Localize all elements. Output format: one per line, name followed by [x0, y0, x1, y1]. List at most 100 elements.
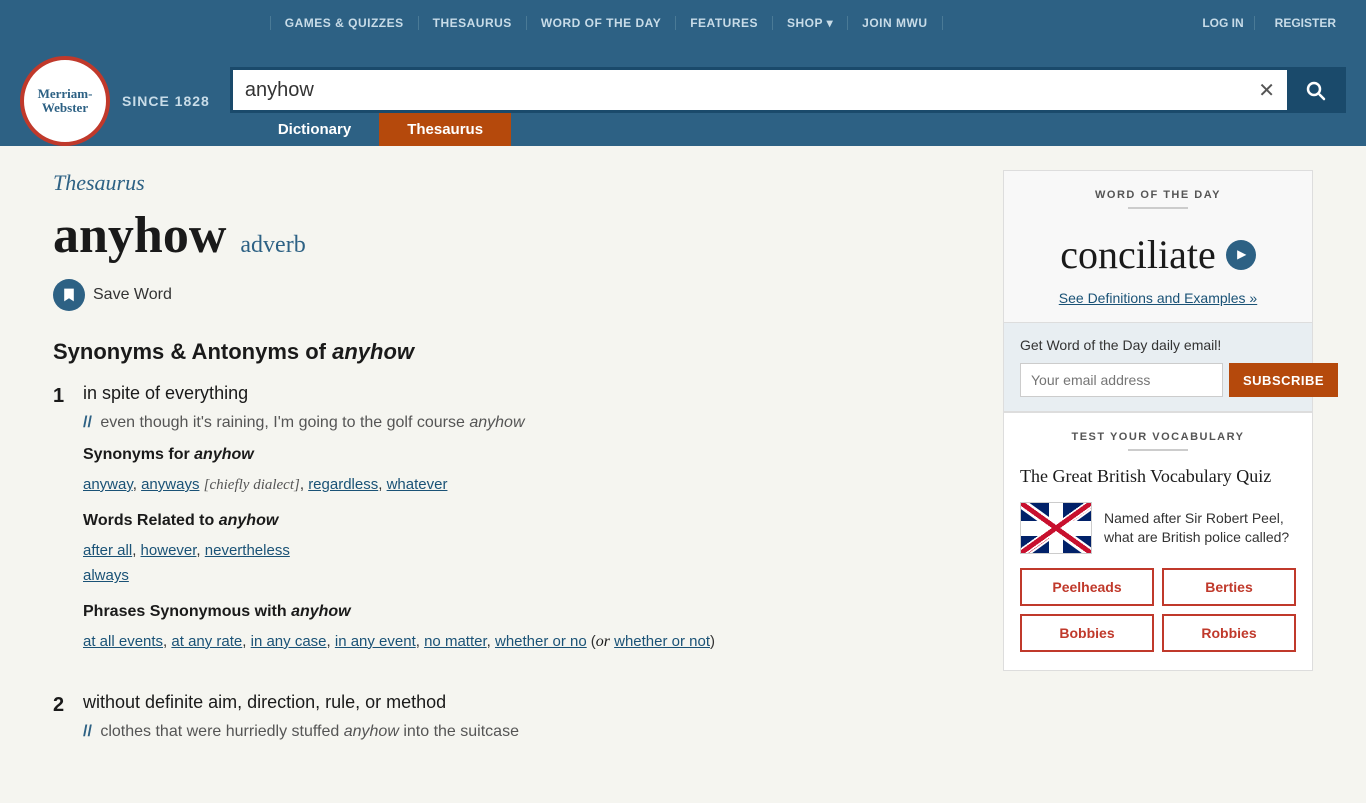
nav-links: GAMES & QUIZZES THESAURUS WORD OF THE DA… [20, 16, 1192, 30]
example-text-1: even though it's raining, I'm going to t… [100, 414, 524, 431]
logo-area: Merriam- Webster SINCE 1828 [20, 56, 210, 146]
right-sidebar: WORD OF THE DAY conciliate See Definitio… [1003, 170, 1313, 779]
phrase-no-matter[interactable]: no matter [424, 633, 487, 650]
word-link-regardless[interactable]: regardless [308, 476, 378, 493]
tab-thesaurus[interactable]: Thesaurus [379, 113, 511, 146]
bookmark-icon[interactable] [53, 279, 85, 311]
quiz-question: Named after Sir Robert Peel, what are Br… [1104, 509, 1296, 548]
nav-thesaurus[interactable]: THESAURUS [419, 16, 527, 30]
search-clear-button[interactable]: ✕ [1246, 70, 1287, 110]
sense-example-2: // clothes that were hurriedly stuffed a… [83, 723, 973, 741]
save-word-row: Save Word [53, 279, 973, 311]
nav-word-of-the-day[interactable]: WORD OF THE DAY [527, 16, 676, 30]
login-link[interactable]: LOG IN [1192, 16, 1254, 30]
subscribe-button[interactable]: SUBSCRIBE [1229, 363, 1338, 397]
bookmark-svg [61, 287, 77, 303]
related-words-list: after all, however, nevertheless always [83, 538, 973, 589]
wotd-header: WORD OF THE DAY [1004, 171, 1312, 223]
quiz-answer-robbies[interactable]: Robbies [1162, 614, 1296, 652]
sense-definition-2: without definite aim, direction, rule, o… [83, 692, 973, 713]
word-link-always[interactable]: always [83, 567, 129, 584]
email-row: SUBSCRIBE [1020, 363, 1296, 397]
synonyms-heading: Synonyms & Antonyms of anyhow [53, 339, 973, 365]
wotd-divider [1128, 207, 1188, 209]
email-section: Get Word of the Day daily email! SUBSCRI… [1004, 322, 1312, 411]
quiz-answers: Peelheads Berties Bobbies Robbies [1020, 568, 1296, 652]
sense-block-2: 2 without definite aim, direction, rule,… [53, 692, 973, 755]
phrase-in-any-case[interactable]: in any case [251, 633, 327, 650]
synonyms-for-title: Synonyms for anyhow [83, 446, 973, 464]
wotd-link: See Definitions and Examples » [1004, 286, 1312, 322]
word-link-anyway[interactable]: anyway [83, 476, 133, 493]
vocab-card: TEST YOUR VOCABULARY The Great British V… [1003, 412, 1313, 671]
main-layout: Thesaurus anyhow adverb Save Word Synony… [33, 146, 1333, 803]
wotd-word: conciliate [1004, 223, 1312, 286]
example-slash: // [83, 414, 92, 431]
uk-flag [1020, 502, 1092, 554]
example-slash-2: // [83, 723, 92, 740]
nav-games-quizzes[interactable]: GAMES & QUIZZES [270, 16, 419, 30]
email-input[interactable] [1020, 363, 1223, 397]
tab-dictionary[interactable]: Dictionary [250, 113, 379, 146]
sense-example-1: // even though it's raining, I'm going t… [83, 414, 973, 432]
phrase-or-label: or [596, 633, 610, 650]
search-icon [1303, 78, 1327, 102]
logo[interactable]: Merriam- Webster [20, 56, 110, 146]
vocab-divider [1128, 449, 1188, 451]
search-submit-button[interactable] [1287, 70, 1343, 110]
page-type-label: Thesaurus [53, 170, 973, 196]
nav-features[interactable]: FEATURES [676, 16, 773, 30]
wotd-label: WORD OF THE DAY [1020, 189, 1296, 201]
uk-flag-svg [1021, 503, 1092, 554]
top-nav: GAMES & QUIZZES THESAURUS WORD OF THE DA… [0, 0, 1366, 46]
vocab-label: TEST YOUR VOCABULARY [1020, 431, 1296, 443]
synonyms-list: anyway, anyways [chiefly dialect], regar… [83, 472, 973, 498]
word-pos: adverb [240, 232, 305, 259]
search-input[interactable] [233, 70, 1246, 110]
email-label: Get Word of the Day daily email! [1020, 337, 1296, 353]
phrase-whether-or-not[interactable]: whether or not [614, 633, 710, 650]
header: Merriam- Webster SINCE 1828 ✕ Dictionary [0, 46, 1366, 146]
phrases-list: at all events, at any rate, in any case,… [83, 629, 973, 655]
dialect-note: [chiefly dialect] [204, 477, 300, 493]
phrase-in-any-event[interactable]: in any event [335, 633, 416, 650]
search-area: ✕ Dictionary Thesaurus [230, 67, 1346, 146]
sense-number-1: 1 [53, 385, 64, 408]
left-content: Thesaurus anyhow adverb Save Word Synony… [53, 170, 973, 779]
word-heading: anyhow adverb [53, 206, 973, 265]
quiz-answer-peelheads[interactable]: Peelheads [1020, 568, 1154, 606]
wotd-card: WORD OF THE DAY conciliate See Definitio… [1003, 170, 1313, 412]
nav-shop[interactable]: SHOP ▾ [773, 16, 848, 30]
dict-tabs: Dictionary Thesaurus [250, 113, 1346, 146]
sense-number-2: 2 [53, 694, 64, 717]
quiz-answer-berties[interactable]: Berties [1162, 568, 1296, 606]
phrase-whether-or-no[interactable]: whether or no [495, 633, 587, 650]
since-text: SINCE 1828 [122, 93, 210, 109]
word-link-nevertheless[interactable]: nevertheless [205, 542, 290, 559]
vocab-quiz-title: The Great British Vocabulary Quiz [1020, 465, 1296, 488]
word-link-however[interactable]: however [141, 542, 197, 559]
word-title: anyhow [53, 206, 226, 265]
wotd-definitions-link[interactable]: See Definitions and Examples » [1059, 290, 1257, 306]
quiz-answer-bobbies[interactable]: Bobbies [1020, 614, 1154, 652]
vocab-header: TEST YOUR VOCABULARY [1020, 431, 1296, 451]
word-link-whatever[interactable]: whatever [387, 476, 448, 493]
sense-definition-1: in spite of everything [83, 383, 973, 404]
header-inner: Merriam- Webster SINCE 1828 ✕ Dictionary [0, 46, 1366, 146]
register-link[interactable]: REGISTER [1265, 16, 1346, 30]
word-link-anyways[interactable]: anyways [141, 476, 199, 493]
audio-button[interactable] [1226, 240, 1256, 270]
word-link-after-all[interactable]: after all [83, 542, 132, 559]
related-words-title: Words Related to anyhow [83, 512, 973, 530]
phrase-at-any-rate[interactable]: at any rate [171, 633, 242, 650]
example-text-2: clothes that were hurriedly stuffed anyh… [100, 723, 519, 740]
auth-links: LOG IN REGISTER [1192, 16, 1346, 30]
save-word-text[interactable]: Save Word [93, 286, 172, 304]
search-bar: ✕ [230, 67, 1346, 113]
vocab-quiz-row: Named after Sir Robert Peel, what are Br… [1020, 502, 1296, 554]
sense-block-1: 1 in spite of everything // even though … [53, 383, 973, 668]
wotd-word-text: conciliate [1060, 231, 1215, 278]
nav-join-mwu[interactable]: JOIN MWU [848, 16, 942, 30]
phrase-at-all-events[interactable]: at all events [83, 633, 163, 650]
phrases-title: Phrases Synonymous with anyhow [83, 603, 973, 621]
